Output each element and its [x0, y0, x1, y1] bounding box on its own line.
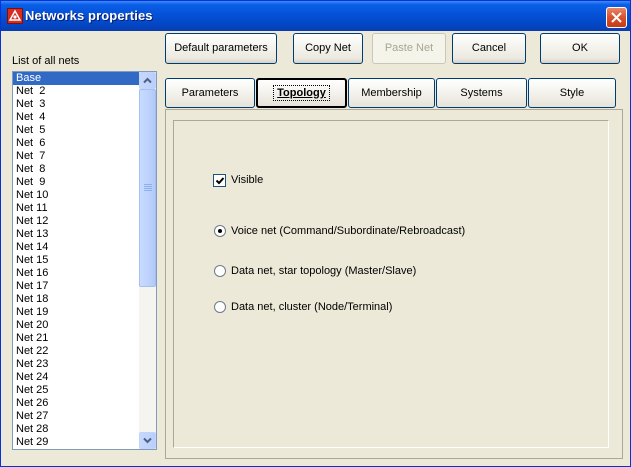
title-bar[interactable]: Networks properties	[1, 1, 630, 31]
data-net-cluster-label: Data net, cluster (Node/Terminal)	[231, 301, 393, 313]
scroll-thumb[interactable]	[139, 89, 156, 287]
list-item[interactable]: Net 28	[13, 423, 139, 436]
list-item[interactable]: Net 5	[13, 124, 139, 137]
radio-selected-dot	[218, 229, 222, 233]
chevron-down-icon	[143, 437, 152, 444]
scroll-grip-line	[144, 188, 152, 189]
list-item[interactable]: Net 2	[13, 85, 139, 98]
nets-list-items: Base Net 2 Net 3 Net 4 Net 5 Net 6 Net 7 Net 8N…	[13, 72, 139, 449]
window-title: Networks properties	[25, 8, 153, 23]
list-item[interactable]: Net 14	[13, 241, 139, 254]
list-item[interactable]: Net 21	[13, 332, 139, 345]
scroll-grip-line	[144, 186, 152, 187]
scroll-down-button[interactable]	[139, 432, 156, 449]
visible-label: Visible	[231, 174, 264, 186]
paste-net-button[interactable]: Paste Net	[372, 33, 446, 64]
list-item[interactable]: Net 10	[13, 189, 139, 202]
ok-button[interactable]: OK	[540, 33, 620, 64]
tab-topology[interactable]: Topology	[256, 78, 347, 108]
voice-net-radio[interactable]	[214, 225, 226, 237]
checkmark-icon	[215, 177, 225, 185]
network-app-icon	[7, 8, 23, 24]
topology-group-box	[173, 120, 609, 448]
nets-scrollbar[interactable]	[139, 72, 156, 449]
nets-listbox[interactable]: Base Net 2 Net 3 Net 4 Net 5 Net 6 Net 7 Net 8N…	[12, 71, 157, 450]
list-item[interactable]: Net 7	[13, 150, 139, 163]
list-item[interactable]: Net 8	[13, 163, 139, 176]
list-item[interactable]: Net 12	[13, 215, 139, 228]
scroll-up-button[interactable]	[139, 72, 156, 89]
list-item[interactable]: Net 27	[13, 410, 139, 423]
copy-net-button[interactable]: Copy Net	[293, 33, 363, 64]
list-item[interactable]: Net 13	[13, 228, 139, 241]
list-item[interactable]: Net 29	[13, 436, 139, 449]
list-item[interactable]: Net 26	[13, 397, 139, 410]
default-parameters-button[interactable]: Default parameters	[165, 33, 277, 64]
scroll-grip-line	[144, 190, 152, 191]
tab-topology-label: Topology	[273, 85, 330, 101]
list-item[interactable]: Net 9	[13, 176, 139, 189]
list-item[interactable]: Net 3	[13, 98, 139, 111]
nets-list-label: List of all nets	[12, 55, 80, 67]
list-item[interactable]: Net 22	[13, 345, 139, 358]
chevron-up-icon	[143, 77, 152, 84]
list-item[interactable]: Base	[13, 72, 139, 85]
list-item[interactable]: Net 6	[13, 137, 139, 150]
data-net-star-radio[interactable]	[214, 265, 226, 277]
tab-style[interactable]: Style	[528, 78, 616, 108]
visible-checkbox[interactable]	[213, 174, 226, 187]
data-net-star-label: Data net, star topology (Master/Slave)	[231, 265, 417, 277]
list-item[interactable]: Net 15	[13, 254, 139, 267]
list-item[interactable]: Net 4	[13, 111, 139, 124]
list-item[interactable]: Net 19	[13, 306, 139, 319]
close-icon	[611, 12, 622, 23]
list-item[interactable]: Net 20	[13, 319, 139, 332]
list-item[interactable]: Net 25	[13, 384, 139, 397]
scroll-grip-line	[144, 184, 152, 185]
data-net-cluster-radio[interactable]	[214, 301, 226, 313]
list-item[interactable]: Net 11	[13, 202, 139, 215]
tab-membership[interactable]: Membership	[348, 78, 435, 108]
networks-properties-window: Networks properties List of all nets Bas…	[0, 0, 631, 467]
voice-net-label: Voice net (Command/Subordinate/Rebroadca…	[231, 225, 466, 237]
list-item[interactable]: Net 24	[13, 371, 139, 384]
tab-systems[interactable]: Systems	[436, 78, 527, 108]
list-item[interactable]: Net 18	[13, 293, 139, 306]
list-item[interactable]: Net 23	[13, 358, 139, 371]
cancel-button[interactable]: Cancel	[452, 33, 526, 64]
list-item[interactable]: Net 16	[13, 267, 139, 280]
list-item[interactable]: Net 17	[13, 280, 139, 293]
close-button[interactable]	[606, 7, 627, 28]
tab-parameters[interactable]: Parameters	[165, 78, 255, 108]
